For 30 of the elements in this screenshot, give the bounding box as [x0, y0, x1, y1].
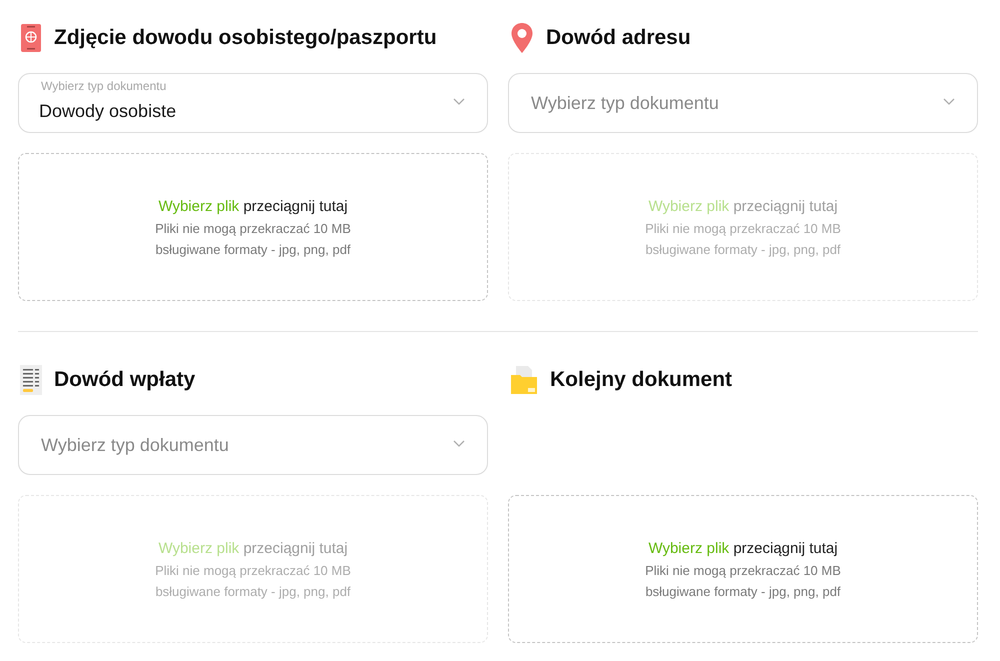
drop-instruction: Wybierz plik przeciągnij tutaj	[158, 540, 348, 556]
chevron-down-icon	[943, 98, 955, 106]
folder-icon	[510, 365, 538, 395]
section-title: Dowód wpłaty	[54, 368, 196, 392]
document-type-select[interactable]: Wybierz typ dokumentu Dowody osobiste	[18, 73, 488, 133]
formats-text: bsługiwane formaty - jpg, png, pdf	[645, 242, 841, 256]
file-drop-zone[interactable]: Wybierz plik przeciągnij tutaj Pliki nie mogą przekraczać 10 MB bsługiwane formaty - jpg, png, pdf	[508, 495, 978, 643]
section-title: Dowód adresu	[546, 26, 691, 50]
chevron-down-icon	[453, 440, 465, 448]
size-limit-text: Pliki nie mogą przekraczać 10 MB	[155, 220, 351, 236]
choose-file-link[interactable]: Wybierz plik	[158, 198, 240, 214]
drop-instruction: Wybierz plik przeciągnij tutaj	[158, 198, 348, 214]
formats-text: bsługiwane formaty - jpg, png, pdf	[155, 242, 351, 256]
drop-instruction: Wybierz plik przeciągnij tutaj	[648, 540, 838, 556]
document-type-select[interactable]: Wybierz typ dokumentu	[18, 415, 488, 475]
section-title: Zdjęcie dowodu osobistego/paszportu	[54, 26, 437, 50]
formats-text: bsługiwane formaty - jpg, png, pdf	[645, 584, 841, 598]
size-limit-text: Pliki nie mogą przekraczać 10 MB	[645, 220, 841, 236]
size-limit-text: Pliki nie mogą przekraczać 10 MB	[155, 562, 351, 578]
section-title: Kolejny dokument	[550, 368, 732, 392]
file-drop-zone[interactable]: Wybierz plik przeciągnij tutaj Pliki nie mogą przekraczać 10 MB bsługiwane formaty - jpg, png, pdf	[18, 153, 488, 301]
location-pin-icon	[510, 22, 534, 54]
document-icon	[20, 365, 42, 395]
passport-icon	[20, 23, 42, 53]
choose-file-link[interactable]: Wybierz plik	[648, 540, 730, 556]
chevron-down-icon	[453, 98, 465, 106]
drop-instruction: Wybierz plik przeciągnij tutaj	[648, 198, 838, 214]
document-type-select[interactable]: Wybierz typ dokumentu	[508, 73, 978, 133]
size-limit-text: Pliki nie mogą przekraczać 10 MB	[645, 562, 841, 578]
formats-text: bsługiwane formaty - jpg, png, pdf	[155, 584, 351, 598]
